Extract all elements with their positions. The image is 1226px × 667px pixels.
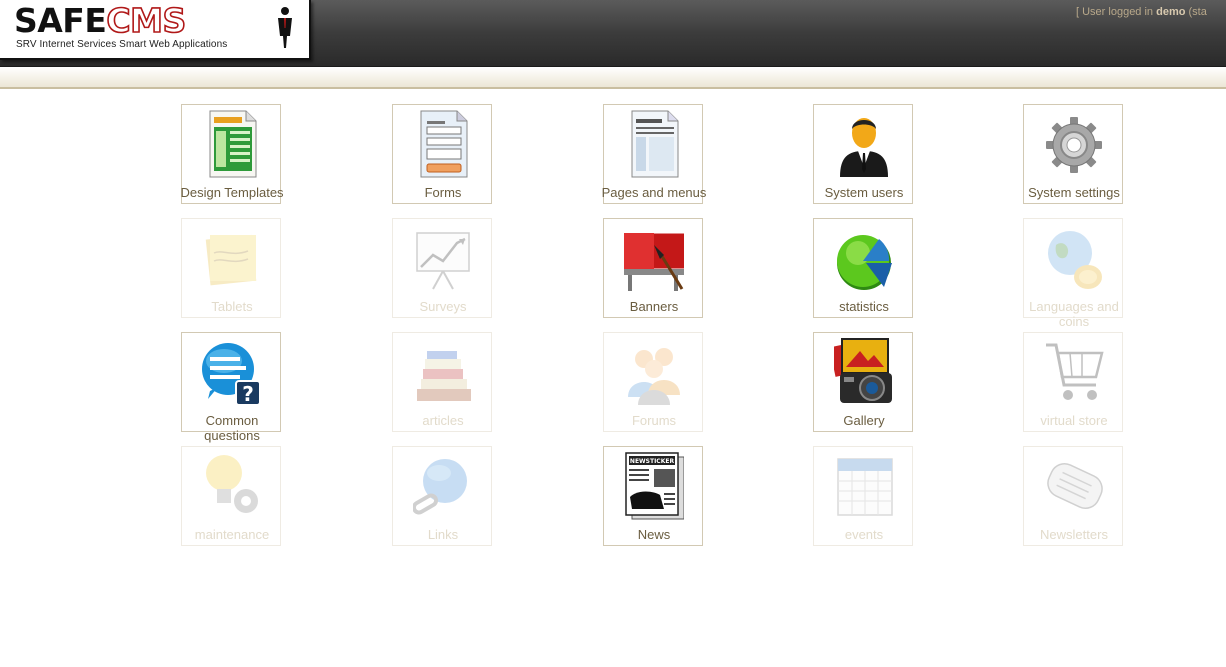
shopping-cart-icon xyxy=(1046,343,1104,400)
module-events[interactable]: events xyxy=(813,446,913,546)
design-templates-icon xyxy=(209,110,257,178)
logo-figure-icon xyxy=(278,7,292,48)
module-label: System settings xyxy=(1028,185,1120,200)
module-label: Newsletters xyxy=(1040,527,1108,542)
module-label: Links xyxy=(427,527,459,542)
module-articles[interactable]: articles xyxy=(392,332,492,432)
module-forums[interactable]: Forums xyxy=(603,332,703,432)
svg-text:?: ? xyxy=(242,382,254,406)
module-label: Forms xyxy=(424,185,462,200)
svg-text:NEWSTICKER: NEWSTICKER xyxy=(630,458,675,465)
module-label: articles xyxy=(422,413,464,428)
books-icon xyxy=(417,351,471,401)
system-users-icon xyxy=(840,118,888,177)
module-label: Common questions xyxy=(204,413,260,443)
module-maintenance[interactable]: maintenance xyxy=(181,446,281,546)
top-bar: SAFECMS SRV Internet Services Smart Web … xyxy=(0,0,1226,67)
logged-in-username: demo xyxy=(1156,6,1186,18)
module-banners[interactable]: Banners xyxy=(603,218,703,318)
module-news[interactable]: NEWSTICKER News xyxy=(603,446,703,546)
module-label: events xyxy=(844,527,884,542)
module-label: virtual store xyxy=(1040,413,1108,428)
module-tablets[interactable]: Tablets xyxy=(181,218,281,318)
module-label: maintenance xyxy=(194,527,270,542)
module-surveys[interactable]: Surveys xyxy=(392,218,492,318)
module-system-settings[interactable]: System settings xyxy=(1023,104,1123,204)
gear-icon xyxy=(1046,117,1102,173)
module-statistics[interactable]: statistics xyxy=(813,218,913,318)
module-label: Tablets xyxy=(211,299,253,314)
bulb-gear-icon xyxy=(206,455,258,513)
module-newsletters[interactable]: Newsletters xyxy=(1023,446,1123,546)
module-common-questions[interactable]: ? Common questions xyxy=(181,332,281,443)
module-links[interactable]: Links xyxy=(392,446,492,546)
module-forms[interactable]: Forms xyxy=(392,104,492,204)
module-gallery[interactable]: Gallery xyxy=(813,332,913,432)
module-label: statistics xyxy=(839,299,889,314)
forms-icon xyxy=(420,110,468,178)
module-label: News xyxy=(637,527,671,542)
pie-chart-icon xyxy=(837,235,892,290)
pages-menus-icon xyxy=(631,110,679,178)
module-label: Forums xyxy=(631,413,677,428)
module-system-users[interactable]: System users xyxy=(813,104,913,204)
module-virtual-store[interactable]: virtual store xyxy=(1023,332,1123,432)
module-label: Banners xyxy=(629,299,679,314)
newspaper-icon: NEWSTICKER xyxy=(625,452,684,520)
module-pages-menus[interactable]: Pages and menus xyxy=(602,104,706,204)
safecms-logo[interactable]: SAFECMS SRV Internet Services Smart Web … xyxy=(0,0,311,60)
sticky-note-icon xyxy=(205,234,257,286)
globe-chain-icon xyxy=(413,459,467,515)
module-label: Surveys xyxy=(419,299,467,314)
header-band xyxy=(0,67,1226,89)
faq-bubble-icon: ? xyxy=(202,343,261,406)
globe-coins-icon xyxy=(1048,231,1102,289)
chart-board-icon xyxy=(416,232,470,290)
module-label: Gallery xyxy=(843,413,885,428)
login-status: [ User logged in demo (sta xyxy=(1076,6,1207,18)
camera-photos-icon xyxy=(834,338,892,403)
logo-wordmark: SAFECMS xyxy=(14,1,187,40)
module-label: System users xyxy=(824,185,904,200)
calendar-icon xyxy=(837,458,893,516)
module-languages-coins[interactable]: Languages and coins xyxy=(1023,218,1123,329)
billboard-icon xyxy=(624,232,684,291)
rolled-newspaper-icon xyxy=(1047,463,1103,509)
module-label: Design Templates xyxy=(180,185,284,200)
module-design-templates[interactable]: Design Templates xyxy=(180,104,284,204)
module-label: Pages and menus xyxy=(601,185,707,200)
people-icon xyxy=(628,348,680,405)
module-label: Languages and coins xyxy=(1029,299,1119,329)
logo-tagline: SRV Internet Services Smart Web Applicat… xyxy=(16,39,228,50)
